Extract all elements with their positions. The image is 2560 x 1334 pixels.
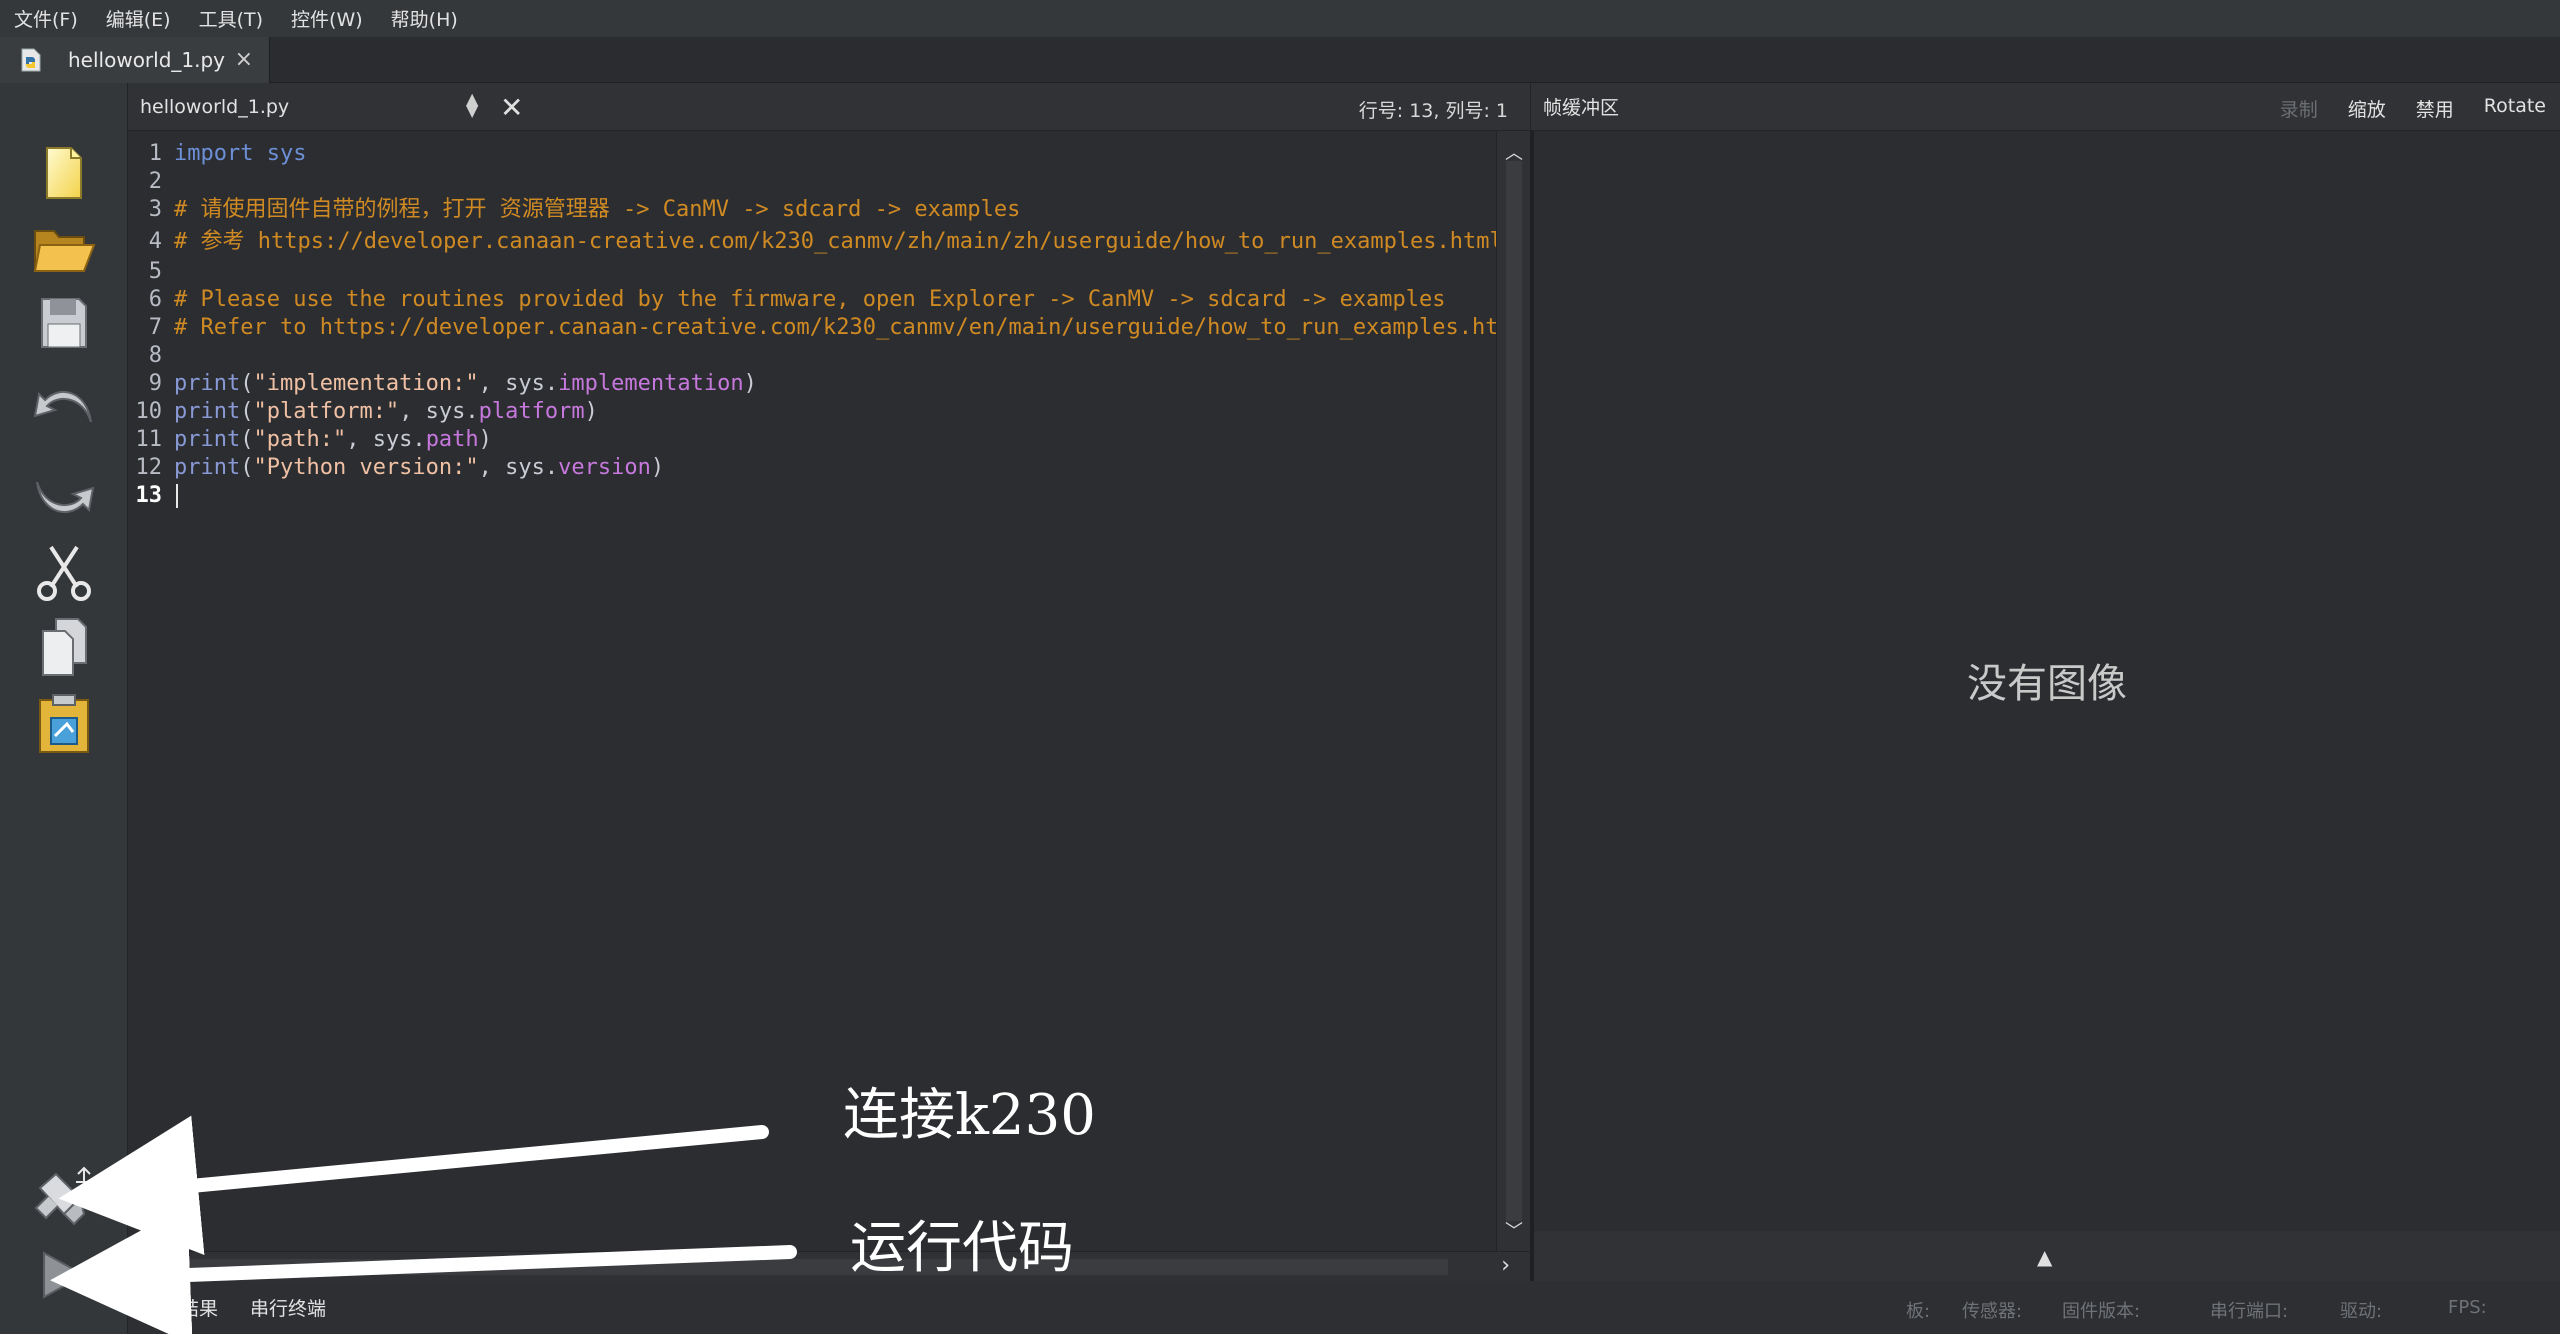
- annotation-arrows: [50, 1115, 797, 1334]
- annotation-run: 运行代码: [850, 1216, 1074, 1281]
- annotation-connect: 连接k230: [843, 1083, 1096, 1148]
- arrow-to-connect: [58, 1115, 769, 1256]
- arrow-to-run: [50, 1204, 797, 1334]
